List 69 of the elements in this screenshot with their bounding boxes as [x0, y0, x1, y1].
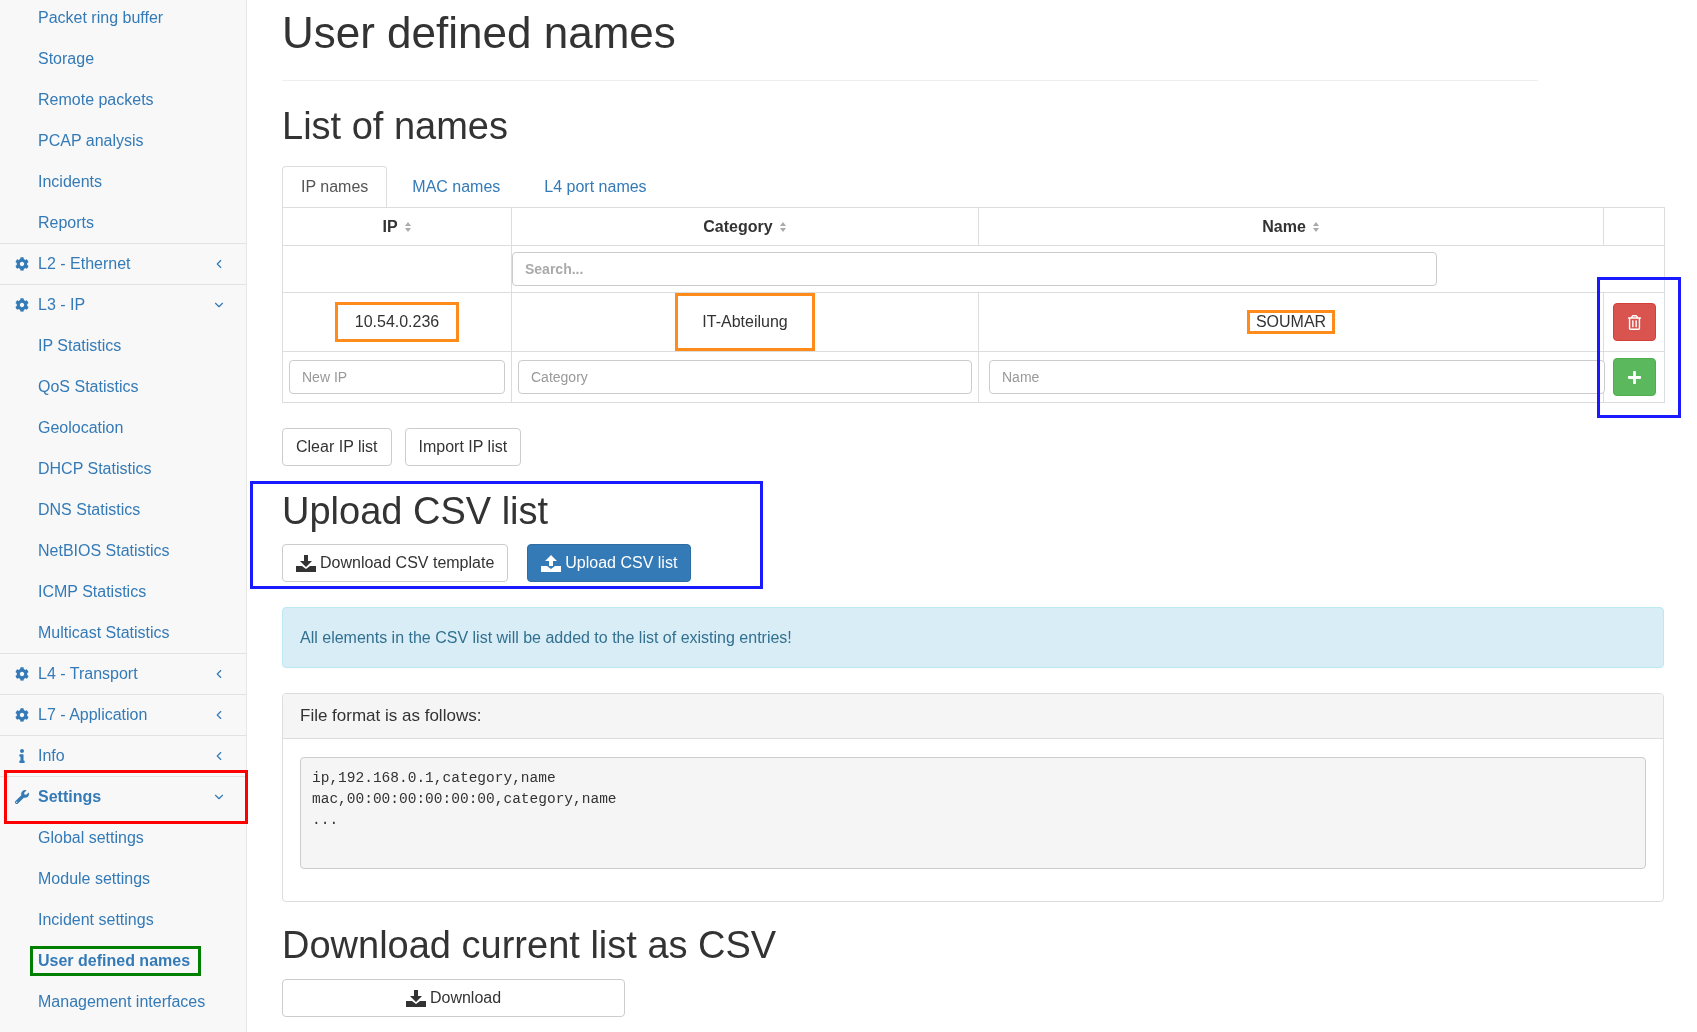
code-block: ip,192.168.0.1,category,name mac,00:00:00:00:00:00,category,name ... — [300, 757, 1646, 869]
search-field[interactable]: Search... — [512, 252, 1437, 286]
sidebar-link[interactable]: Incident settings — [0, 899, 246, 940]
sort-icon — [1311, 220, 1320, 233]
sidebar-link[interactable]: QoS Statistics — [0, 366, 246, 407]
add-button[interactable] — [1612, 358, 1656, 396]
plus-icon — [1626, 369, 1642, 385]
group-label: Settings — [38, 788, 103, 806]
download-icon — [296, 553, 316, 573]
input-field[interactable]: New IP — [289, 360, 505, 394]
column-header[interactable]: Name — [978, 207, 1604, 246]
sidebar-link[interactable]: Incidents — [0, 161, 246, 202]
download-button[interactable]: Download CSV template — [282, 544, 509, 582]
column-header[interactable]: IP — [282, 207, 512, 246]
cell-text: IT-Abteilung — [675, 293, 815, 351]
sidebar-link[interactable]: Reports — [0, 202, 246, 243]
tab[interactable]: MAC names — [393, 166, 520, 208]
gear-icon — [14, 297, 30, 313]
download-icon — [405, 988, 426, 1008]
sidebar-link[interactable]: Global settings — [0, 817, 246, 858]
group-label: L7 - Application — [38, 706, 149, 724]
upload-icon — [541, 553, 562, 573]
group-label: L2 - Ethernet — [38, 255, 132, 273]
sort-icon — [403, 220, 412, 233]
input-field[interactable]: Name — [989, 360, 1605, 394]
trash-icon — [1626, 314, 1642, 330]
sidebar-link[interactable]: DHCP Statistics — [0, 448, 246, 489]
section-heading: Upload CSV list — [282, 489, 550, 533]
upload-button[interactable]: Upload CSV list — [527, 544, 692, 582]
input-field[interactable]: Category — [518, 360, 972, 394]
tab[interactable]: IP names — [282, 166, 388, 208]
section-heading: List of names — [282, 104, 509, 148]
sidebar-group[interactable]: Info — [0, 735, 246, 776]
list-button[interactable]: Clear IP list — [282, 428, 392, 466]
sidebar-group[interactable]: L7 - Application — [0, 694, 246, 735]
group-label: Info — [38, 747, 66, 765]
page-title: User defined names — [282, 8, 677, 58]
sidebar-link[interactable]: PCAP analysis — [0, 120, 246, 161]
sidebar-link[interactable]: Module settings — [0, 858, 246, 899]
sidebar-group[interactable]: L2 - Ethernet — [0, 243, 246, 284]
gear-icon — [14, 256, 30, 272]
sidebar-link[interactable]: Remote packets — [0, 79, 246, 120]
group-label: L4 - Transport — [38, 665, 139, 683]
panel-heading: File format is as follows: — [283, 694, 1663, 739]
sidebar-link[interactable]: Packet ring buffer — [0, 0, 246, 38]
tab[interactable]: L4 port names — [525, 166, 666, 208]
sort-icon — [778, 220, 787, 233]
sidebar-link[interactable]: ICMP Statistics — [0, 571, 246, 612]
list-button[interactable]: Import IP list — [404, 428, 522, 466]
sidebar-link[interactable]: Storage — [0, 38, 246, 79]
group-label: L3 - IP — [38, 296, 87, 314]
gear-icon — [14, 666, 30, 682]
gear-icon — [14, 707, 30, 723]
download-button[interactable]: Download — [282, 979, 625, 1017]
sidebar-link[interactable]: Geolocation — [0, 407, 246, 448]
sidebar-group[interactable]: L3 - IP — [0, 284, 246, 325]
sidebar-link[interactable]: Management interfaces — [0, 981, 246, 1022]
sidebar-link[interactable]: NetBIOS Statistics — [0, 530, 246, 571]
sidebar-link[interactable]: IP Statistics — [0, 325, 246, 366]
column-header[interactable]: Category — [511, 207, 979, 246]
info-alert: All elements in the CSV list will be added to the list of existing entries! — [282, 607, 1664, 668]
wrench-icon — [14, 789, 30, 805]
sidebar-link[interactable]: Multicast Statistics — [0, 612, 246, 653]
section-heading: Download current list as CSV — [282, 923, 778, 967]
sidebar-group[interactable]: L4 - Transport — [0, 653, 246, 694]
sidebar-link[interactable]: DNS Statistics — [0, 489, 246, 530]
cell-text: 10.54.0.236 — [334, 302, 460, 342]
cell-text: SOUMAR — [1246, 310, 1336, 334]
delete-button[interactable] — [1612, 303, 1656, 341]
